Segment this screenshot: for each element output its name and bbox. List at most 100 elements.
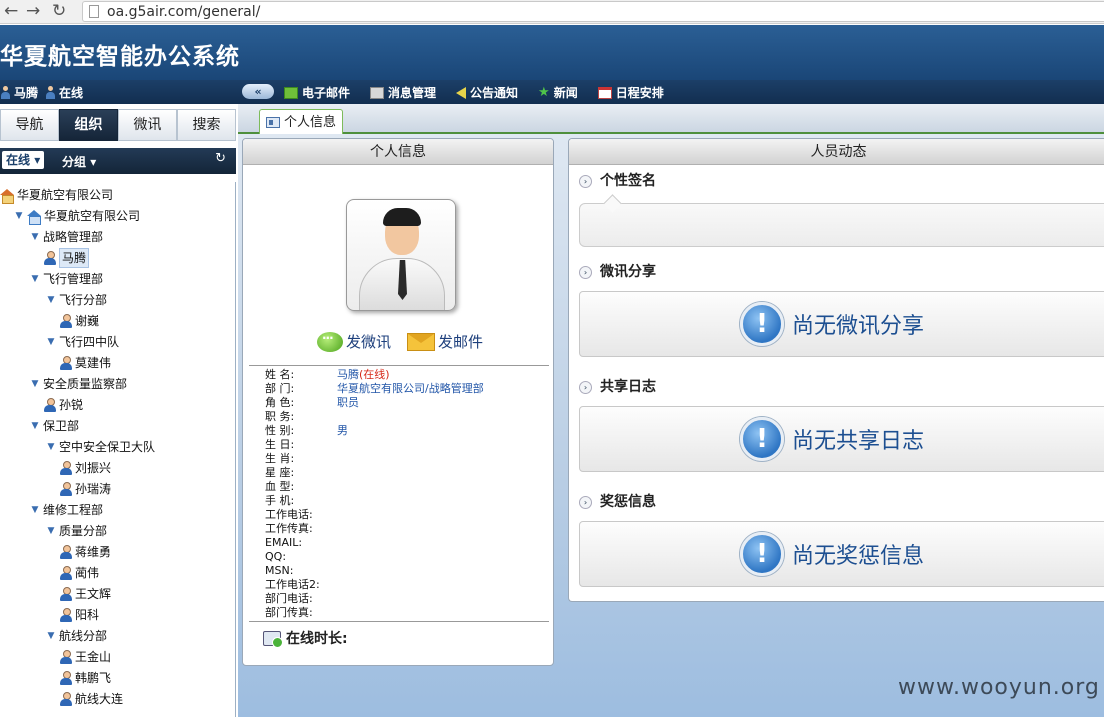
expand-chevron-icon[interactable]: ▼ [46,438,56,456]
tab-organization[interactable]: 组织 [59,109,118,141]
user-avatar-icon [0,86,11,99]
tree-node[interactable]: ▼ 安全质量监察部 [30,375,127,393]
expand-chevron-icon[interactable]: ▼ [46,333,56,351]
tab-search[interactable]: 搜索 [177,109,236,141]
tree-node-label: 保卫部 [43,419,80,433]
expand-chevron-icon[interactable]: ▼ [30,228,40,246]
tree-node[interactable]: ▼ 质量分部 [46,522,107,540]
tree-node[interactable]: 华夏航空有限公司 [0,186,113,204]
chevron-right-icon: › [579,380,592,394]
info-value: 马腾 [337,368,359,381]
filter-group-dropdown[interactable]: 分组 ▾ [62,153,96,170]
tree-filter-bar: 在线 ▾ 分组 ▾ ↻ [0,148,236,174]
tree-node[interactable]: 孙瑞涛 [60,480,111,498]
tree-node-label: 王文辉 [75,587,112,601]
chevron-right-icon: › [579,495,592,509]
tree-node-label: 维修工程部 [43,503,104,517]
user-icon [60,314,72,328]
notice-icon [456,86,467,99]
online-time-icon [263,630,283,648]
tree-node[interactable]: ▼ 战略管理部 [30,228,103,246]
tree-node[interactable]: 莫建伟 [60,354,111,372]
info-row-name: 姓 名: 马腾 (在线) [265,368,390,382]
info-label: QQ: [265,550,287,563]
empty-rewards-box: ! 尚无奖惩信息 [579,521,1104,587]
expand-chevron-icon[interactable]: ▼ [30,417,40,435]
user-status[interactable]: 马腾 在线 [0,84,83,101]
info-label: 星 座: [265,466,295,479]
info-label: 职 务: [265,410,295,423]
tree-node-label: 空中安全保卫大队 [59,440,156,454]
toolbar-link-messages[interactable]: 消息管理 [370,84,436,101]
user-icon [60,650,72,664]
collapse-sidebar-button[interactable]: « [242,84,274,99]
toolbar-link-notices[interactable]: 公告通知 [456,84,518,101]
back-arrow-icon[interactable]: ← [4,1,18,21]
tree-node[interactable]: 孙锐 [44,396,83,414]
tab-weixun[interactable]: 微讯 [118,109,177,141]
section-weixun-share[interactable]: › 微讯分享 [579,262,656,282]
expand-chevron-icon[interactable]: ▼ [14,207,24,225]
caret-down-icon: ▾ [90,155,97,169]
url-text[interactable]: oa.g5air.com/general/ [107,3,260,21]
tree-node[interactable]: ▼ 飞行四中队 [46,333,119,351]
expand-chevron-icon[interactable]: ▼ [46,627,56,645]
user-icon [44,251,56,265]
online-duration-label: 在线时长: [286,631,348,647]
company-icon [27,209,41,225]
tree-node[interactable]: 蔺伟 [60,564,99,582]
tree-node[interactable]: ▼ 航线分部 [46,627,107,645]
send-mail-button[interactable]: 发邮件 [407,331,483,352]
tab-personal-info[interactable]: 个人信息 [259,109,344,135]
tree-node[interactable]: ▼ 维修工程部 [30,501,103,519]
info-row: 部门电话: [265,592,337,606]
info-label: 工作传真: [265,522,313,535]
action-label: 发邮件 [438,333,484,351]
tree-node-label: 韩鹏飞 [75,671,112,685]
main-content: 个人信息 发微讯 发邮件 姓 名: 马腾 (在线) 部 门: 华夏航空有限公司/… [238,134,1104,717]
filter-online-dropdown[interactable]: 在线 ▾ [2,151,45,169]
expand-chevron-icon[interactable]: ▼ [46,291,56,309]
section-signature[interactable]: › 个性签名 [579,171,656,191]
mail-icon [284,86,298,99]
address-bar[interactable]: oa.g5air.com/general/ [82,1,1104,22]
section-rewards[interactable]: › 奖惩信息 [579,492,656,512]
expand-chevron-icon[interactable]: ▼ [46,522,56,540]
user-icon [60,692,72,706]
send-weixun-button[interactable]: 发微讯 [317,331,391,352]
forward-arrow-icon[interactable]: → [26,1,40,21]
page-icon [89,5,99,18]
tree-node[interactable]: ▼ 华夏航空有限公司 [14,207,140,225]
caret-down-icon: ▾ [34,153,41,167]
expand-chevron-icon[interactable]: ▼ [30,270,40,288]
tree-node-label: 蒋维勇 [75,545,112,559]
tree-node[interactable]: 谢巍 [60,312,99,330]
tree-node[interactable]: ▼ 飞行分部 [46,291,107,309]
reload-icon[interactable]: ↻ [52,1,66,21]
tree-node[interactable]: 王文辉 [60,585,111,603]
refresh-icon[interactable]: ↻ [215,151,226,166]
tree-node[interactable]: 王金山 [60,648,111,666]
tree-node-label: 谢巍 [75,314,100,328]
tree-node[interactable]: 韩鹏飞 [60,669,111,687]
expand-chevron-icon[interactable]: ▼ [30,375,40,393]
toolbar-link-schedule[interactable]: 日程安排 [597,84,664,101]
tree-node-selected[interactable]: 马腾 [44,248,90,268]
info-label: 姓 名: [265,368,295,381]
toolbar-link-email[interactable]: 电子邮件 [284,84,350,101]
info-label: 手 机: [265,494,295,507]
tree-node[interactable]: ▼ 保卫部 [30,417,79,435]
tree-node[interactable]: 阳科 [60,606,99,624]
info-label: MSN: [265,564,294,577]
expand-chevron-icon[interactable]: ▼ [30,501,40,519]
tree-node[interactable]: 蒋维勇 [60,543,111,561]
toolbar-link-news[interactable]: ★ 新闻 [538,84,578,101]
empty-message: 尚无微讯分享 [792,314,925,339]
tree-node[interactable]: ▼ 飞行管理部 [30,270,103,288]
tree-node-label: 刘振兴 [75,461,112,475]
tree-node[interactable]: ▼ 空中安全保卫大队 [46,438,155,456]
section-shared-logs[interactable]: › 共享日志 [579,377,656,397]
tree-node[interactable]: 航线大连 [60,690,123,708]
tab-navigation[interactable]: 导航 [0,109,59,141]
tree-node[interactable]: 刘振兴 [60,459,111,477]
